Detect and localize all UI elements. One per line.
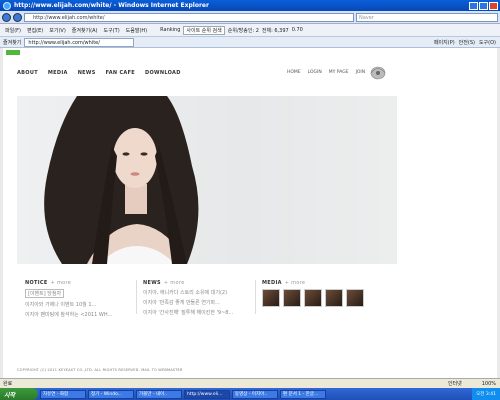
news-item[interactable]: 이지아, 애니카다 스토리 소유에 대기(2) — [143, 289, 233, 296]
media-thumbnail[interactable] — [346, 289, 364, 307]
notice-item[interactable]: 이지아와 가제나 이벤트 10월 1... — [25, 301, 112, 308]
news-header: NEWS + more — [143, 280, 233, 286]
util-home[interactable]: HOME — [287, 70, 301, 75]
search-input[interactable]: Naver — [356, 12, 498, 22]
maximize-button[interactable] — [479, 1, 488, 10]
site-logo[interactable] — [369, 64, 387, 80]
site-nav: ABOUT MEDIA NEWS FAN CAFE DOWNLOAD — [17, 70, 181, 76]
close-button[interactable] — [489, 1, 498, 10]
nav-media[interactable]: MEDIA — [48, 70, 68, 76]
rank-label: 순위/방송인: 2 — [227, 27, 259, 34]
notice-item[interactable]: [이벤트] 당첨자 — [25, 289, 65, 298]
menu-view[interactable]: 보기(V) — [48, 27, 67, 34]
news-item[interactable]: 이지아 '간사진해' 질투해 해이킨한 '9~8... — [143, 309, 233, 316]
util-login[interactable]: LOGIN — [308, 70, 322, 75]
news-item[interactable]: 이지아 '만족감 좋게 만들른 연기파... — [143, 299, 233, 306]
nav-about[interactable]: ABOUT — [17, 70, 38, 76]
media-thumbnail[interactable] — [262, 289, 280, 307]
menu-tools[interactable]: 도구(T) — [103, 27, 121, 34]
hero-image — [17, 96, 397, 264]
taskbar-item[interactable]: 편 문서 1 - 한글... — [280, 389, 326, 399]
taskbar: 시작 자유연 - 화합 정기 - Windo... 가볼만 - 내이.. htt… — [0, 388, 500, 400]
media-thumbnail[interactable] — [283, 289, 301, 307]
rank-total: 전체: 6,397 — [261, 27, 289, 34]
back-button[interactable] — [2, 12, 11, 22]
menu-edit[interactable]: 편집(E) — [26, 27, 44, 34]
tab-current[interactable]: http://www.elijah.com/white/ — [24, 37, 135, 47]
forward-button[interactable] — [13, 12, 22, 22]
section-divider — [255, 280, 256, 314]
tools-menu[interactable]: 도구(O) — [479, 39, 496, 46]
safety-menu[interactable]: 안전(S) — [459, 39, 475, 46]
media-thumbnail[interactable] — [325, 289, 343, 307]
news-section: NEWS + more 이지아, 애니카다 스토리 소유에 대기(2) 이지아 '… — [143, 280, 233, 316]
status-bar: 완료 인터넷 100% — [0, 378, 500, 388]
minimize-button[interactable] — [469, 1, 478, 10]
media-title: MEDIA — [262, 280, 282, 286]
security-zone: 인터넷 — [447, 381, 462, 387]
nav-fancafe[interactable]: FAN CAFE — [106, 70, 135, 76]
status-text: 완료 — [3, 381, 13, 387]
util-mypage[interactable]: MY PAGE — [329, 70, 349, 75]
favorites-bar: 즐겨찾기 http://www.elijah.com/white/ 페이지(P)… — [0, 37, 500, 48]
notice-item[interactable]: 이지아 팬미팅에 참석하는 <2011 WH... — [25, 311, 112, 318]
system-tray: 오전 3:41 — [472, 388, 500, 400]
utility-nav: HOME LOGIN MY PAGE JOIN — [287, 70, 365, 75]
notice-section: NOTICE + more [이벤트] 당첨자 이지아와 가제나 이벤트 10월 … — [25, 280, 112, 318]
taskbar-item[interactable]: http://www.eli... — [184, 389, 230, 399]
taskbar-item[interactable]: 정기 - Windo... — [88, 389, 134, 399]
menu-bar: 파일(F) 편집(E) 보기(V) 즐겨찾기(A) 도구(T) 도움말(H) R… — [0, 24, 500, 37]
news-title: NEWS — [143, 280, 161, 286]
window-title: http://www.elijah.com/white/ - Windows I… — [14, 2, 209, 9]
media-header: MEDIA + more — [262, 280, 364, 286]
ranking-toolbar: Ranking 사이트 순위 검색 순위/방송인: 2 전체: 6,397 0.… — [160, 25, 303, 35]
util-join[interactable]: JOIN — [356, 70, 366, 75]
news-more-link[interactable]: + more — [164, 280, 185, 286]
menu-help[interactable]: 도움말(H) — [125, 27, 148, 34]
ie-icon — [3, 1, 11, 10]
taskbar-item[interactable]: 동영상 - 이지아.. — [232, 389, 278, 399]
window-controls — [469, 1, 500, 10]
rank-score: 0.70 — [291, 27, 303, 33]
web-page: ABOUT MEDIA NEWS FAN CAFE DOWNLOAD HOME … — [0, 48, 500, 378]
notice-title: NOTICE — [25, 280, 48, 286]
zoom-level[interactable]: 100% — [482, 381, 500, 387]
start-button[interactable]: 시작 — [0, 388, 38, 400]
section-divider — [136, 280, 137, 314]
ranking-search-input[interactable]: 사이트 순위 검색 — [183, 25, 225, 35]
green-ribbon — [6, 50, 20, 55]
command-bar: 페이지(P) 안전(S) 도구(O) — [434, 39, 500, 46]
address-bar: http://www.elijah.com/white/ Naver — [0, 11, 500, 24]
media-more-link[interactable]: + more — [285, 280, 306, 286]
nav-download[interactable]: DOWNLOAD — [145, 70, 181, 76]
ranking-button[interactable]: Ranking — [160, 27, 180, 33]
media-section: MEDIA + more — [262, 280, 364, 307]
taskbar-item[interactable]: 자유연 - 화합 — [40, 389, 86, 399]
taskbar-item[interactable]: 가볼만 - 내이.. — [136, 389, 182, 399]
address-input[interactable]: http://www.elijah.com/white/ — [24, 12, 354, 22]
media-thumbnails — [262, 289, 364, 307]
notice-more-link[interactable]: + more — [51, 280, 72, 286]
page-menu[interactable]: 페이지(P) — [434, 39, 455, 46]
window-titlebar: http://www.elijah.com/white/ - Windows I… — [0, 0, 500, 11]
menu-favorites[interactable]: 즐겨찾기(A) — [71, 27, 99, 34]
nav-news[interactable]: NEWS — [78, 70, 96, 76]
media-thumbnail[interactable] — [304, 289, 322, 307]
copyright-text: COPYRIGHT (C) 2011 KEYEAST CO.,LTD. ALL … — [17, 368, 183, 372]
menu-file[interactable]: 파일(F) — [4, 27, 22, 34]
hero-illustration — [44, 96, 199, 264]
notice-header: NOTICE + more — [25, 280, 112, 286]
favorites-button[interactable]: 즐겨찾기 — [3, 39, 21, 46]
clock: 오전 3:41 — [476, 392, 496, 397]
